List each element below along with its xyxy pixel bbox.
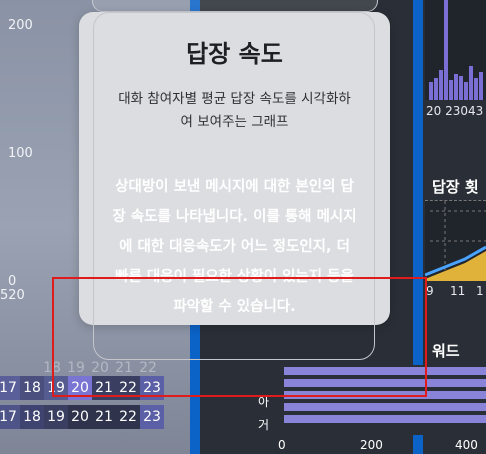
heatmap-cell: 19 bbox=[44, 405, 68, 429]
chart-bar bbox=[429, 82, 433, 100]
card-description: 대화 참여자별 평균 답장 속도를 시각화하여 보여주는 그래프 bbox=[118, 91, 351, 130]
x-axis-tick: 11 bbox=[450, 284, 466, 298]
chart-bar bbox=[464, 82, 468, 100]
previous-card-edge bbox=[92, 0, 378, 12]
area-chart-svg bbox=[424, 201, 486, 281]
chart-bar bbox=[444, 0, 448, 100]
chart-bar bbox=[449, 80, 453, 100]
keyword-title: 워드 bbox=[432, 342, 460, 360]
y-axis-tick-100: 100 bbox=[8, 146, 33, 161]
x-axis-ticks: 20 23043 bbox=[426, 104, 484, 118]
heatmap-cell: 18 bbox=[20, 405, 44, 429]
chart-bar bbox=[284, 415, 486, 423]
reply-count-title: 답장 횟 bbox=[432, 178, 479, 196]
y-axis-tick-0: 0 bbox=[8, 274, 17, 289]
heatmap-cell: 23 bbox=[140, 405, 164, 429]
chart-bar bbox=[469, 66, 473, 100]
chart-bar bbox=[284, 403, 486, 411]
x-axis-tick: 200 bbox=[360, 438, 383, 452]
chart-bar bbox=[454, 74, 458, 100]
chart-bar bbox=[459, 76, 463, 100]
x-axis-tick: 400 bbox=[455, 438, 478, 452]
y-axis-label: 거 bbox=[258, 418, 270, 432]
y-axis-tick-200: 200 bbox=[8, 18, 33, 33]
x-axis-tick: 9 bbox=[426, 284, 434, 298]
background-area-chart bbox=[424, 200, 486, 281]
heatmap-row: 17 18 19 20 21 22 23 bbox=[0, 405, 164, 433]
chart-bar bbox=[439, 70, 443, 100]
card-title: 답장 속도 bbox=[186, 40, 283, 68]
heatmap-cell: 17 bbox=[0, 376, 20, 400]
chart-bar bbox=[434, 78, 438, 100]
heatmap-cell: 20 bbox=[68, 405, 92, 429]
background-bar-chart bbox=[425, 0, 486, 100]
heatmap-cell: 22 bbox=[116, 405, 140, 429]
chart-bar bbox=[479, 72, 483, 100]
heatmap-cell: 17 bbox=[0, 405, 20, 429]
x-axis-tick: 1 bbox=[476, 284, 484, 298]
heatmap-cell: 21 bbox=[92, 405, 116, 429]
x-axis-tick: 0 bbox=[278, 438, 286, 452]
heatmap-cell: 18 bbox=[20, 376, 44, 400]
x-axis-tick: 520 bbox=[0, 288, 25, 303]
highlight-annotation-box bbox=[52, 277, 427, 397]
chart-bar bbox=[474, 78, 478, 100]
